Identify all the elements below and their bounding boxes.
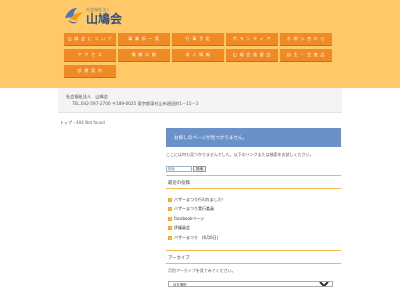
nav-products[interactable]: 自 主 ・ 生 産 品: [280, 49, 332, 62]
org-contact: TEL.042-597-2700 〒189-0025 東京都東村山市廻田町1－1…: [72, 101, 199, 106]
global-nav: 山 鳩 会 に つ い て 事 業 所 一 覧 行 事 予 定 ボ ラ ン テ …: [64, 33, 336, 78]
breadcrumb-separator: ›: [73, 120, 75, 125]
recent-post-link[interactable]: バザーまつり (6月6日): [174, 235, 218, 241]
breadcrumb-home-link[interactable]: トップ: [60, 120, 72, 125]
notfound-message: ここには何も見つかりませんでした。以下のリンクまたは検索をお試しください。: [166, 152, 314, 157]
notfound-title: お探しのページが見つかりません。: [174, 136, 248, 141]
recent-post-link[interactable]: 評議員会: [174, 225, 190, 231]
nav-events[interactable]: 行 事 予 定: [172, 33, 224, 46]
nav-supporters[interactable]: 山 鳩 会 後 援 会: [226, 49, 278, 62]
org-info: 社会福祉法人 山鳩会 TEL.042-597-2700 〒189-0025 東京…: [58, 88, 342, 113]
recent-post-item[interactable]: バザーまつり行われました！: [168, 195, 226, 205]
archive-bottom-rule: [166, 263, 341, 264]
recent-bottom-rule: [166, 188, 341, 189]
archive-description: 月別アーカイブを見てみてください。: [168, 268, 236, 273]
nav-facilities[interactable]: 事 業 所 一 覧: [118, 33, 170, 46]
recent-post-link[interactable]: バザーまつり実行委員: [174, 206, 214, 212]
recent-top-rule: [166, 175, 341, 176]
search-input[interactable]: [166, 166, 192, 172]
recent-heading: 最近の投稿: [168, 181, 190, 186]
arrow-bullet-icon: [168, 197, 172, 202]
nav-recruit[interactable]: 求 人 情 報: [172, 49, 224, 62]
nav-volunteer[interactable]: ボ ラ ン テ ィ ア: [226, 33, 278, 46]
notfound-banner: お探しのページが見つかりません。: [166, 128, 341, 147]
dove-icon: [65, 8, 83, 24]
recent-posts-list: バザーまつり行われました！ バザーまつり実行委員 facebookページ 評議員…: [168, 195, 226, 243]
nav-clinic[interactable]: 診 療 案 内: [64, 65, 116, 78]
recent-post-item[interactable]: バザーまつり (6月6日): [168, 233, 226, 243]
nav-disclosure[interactable]: 情 報 公 開: [118, 49, 170, 62]
archive-month-select[interactable]: 月を選択: [168, 281, 333, 287]
recent-post-link[interactable]: バザーまつり行われました！: [174, 197, 226, 203]
arrow-bullet-icon: [168, 207, 172, 212]
search-form: 検索: [166, 166, 207, 172]
breadcrumb: トップ › 404 Not found: [60, 120, 105, 126]
site-logo[interactable]: 社会福祉法人 山鳩会: [64, 7, 122, 25]
recent-post-link[interactable]: facebookページ: [174, 216, 204, 222]
recent-post-item[interactable]: バザーまつり実行委員: [168, 205, 226, 215]
recent-post-item[interactable]: facebookページ: [168, 214, 226, 224]
breadcrumb-current: 404 Not found: [76, 120, 105, 125]
logo-title: 山鳩会: [86, 12, 123, 26]
org-name: 社会福祉法人 山鳩会: [66, 94, 108, 99]
nav-access[interactable]: ア ク セ ス: [64, 49, 116, 62]
archive-top-rule: [166, 250, 341, 251]
nav-contact[interactable]: お 問 い 合 わ せ: [280, 33, 332, 46]
arrow-bullet-icon: [168, 235, 172, 240]
nav-about[interactable]: 山 鳩 会 に つ い て: [64, 33, 116, 46]
arrow-bullet-icon: [168, 216, 172, 221]
archive-heading: アーカイブ: [168, 256, 190, 261]
recent-post-item[interactable]: 評議員会: [168, 224, 226, 234]
site-header: 社会福祉法人 山鳩会 山 鳩 会 に つ い て 事 業 所 一 覧 行 事 予…: [0, 0, 400, 88]
search-button[interactable]: 検索: [193, 166, 207, 172]
arrow-bullet-icon: [168, 226, 172, 231]
